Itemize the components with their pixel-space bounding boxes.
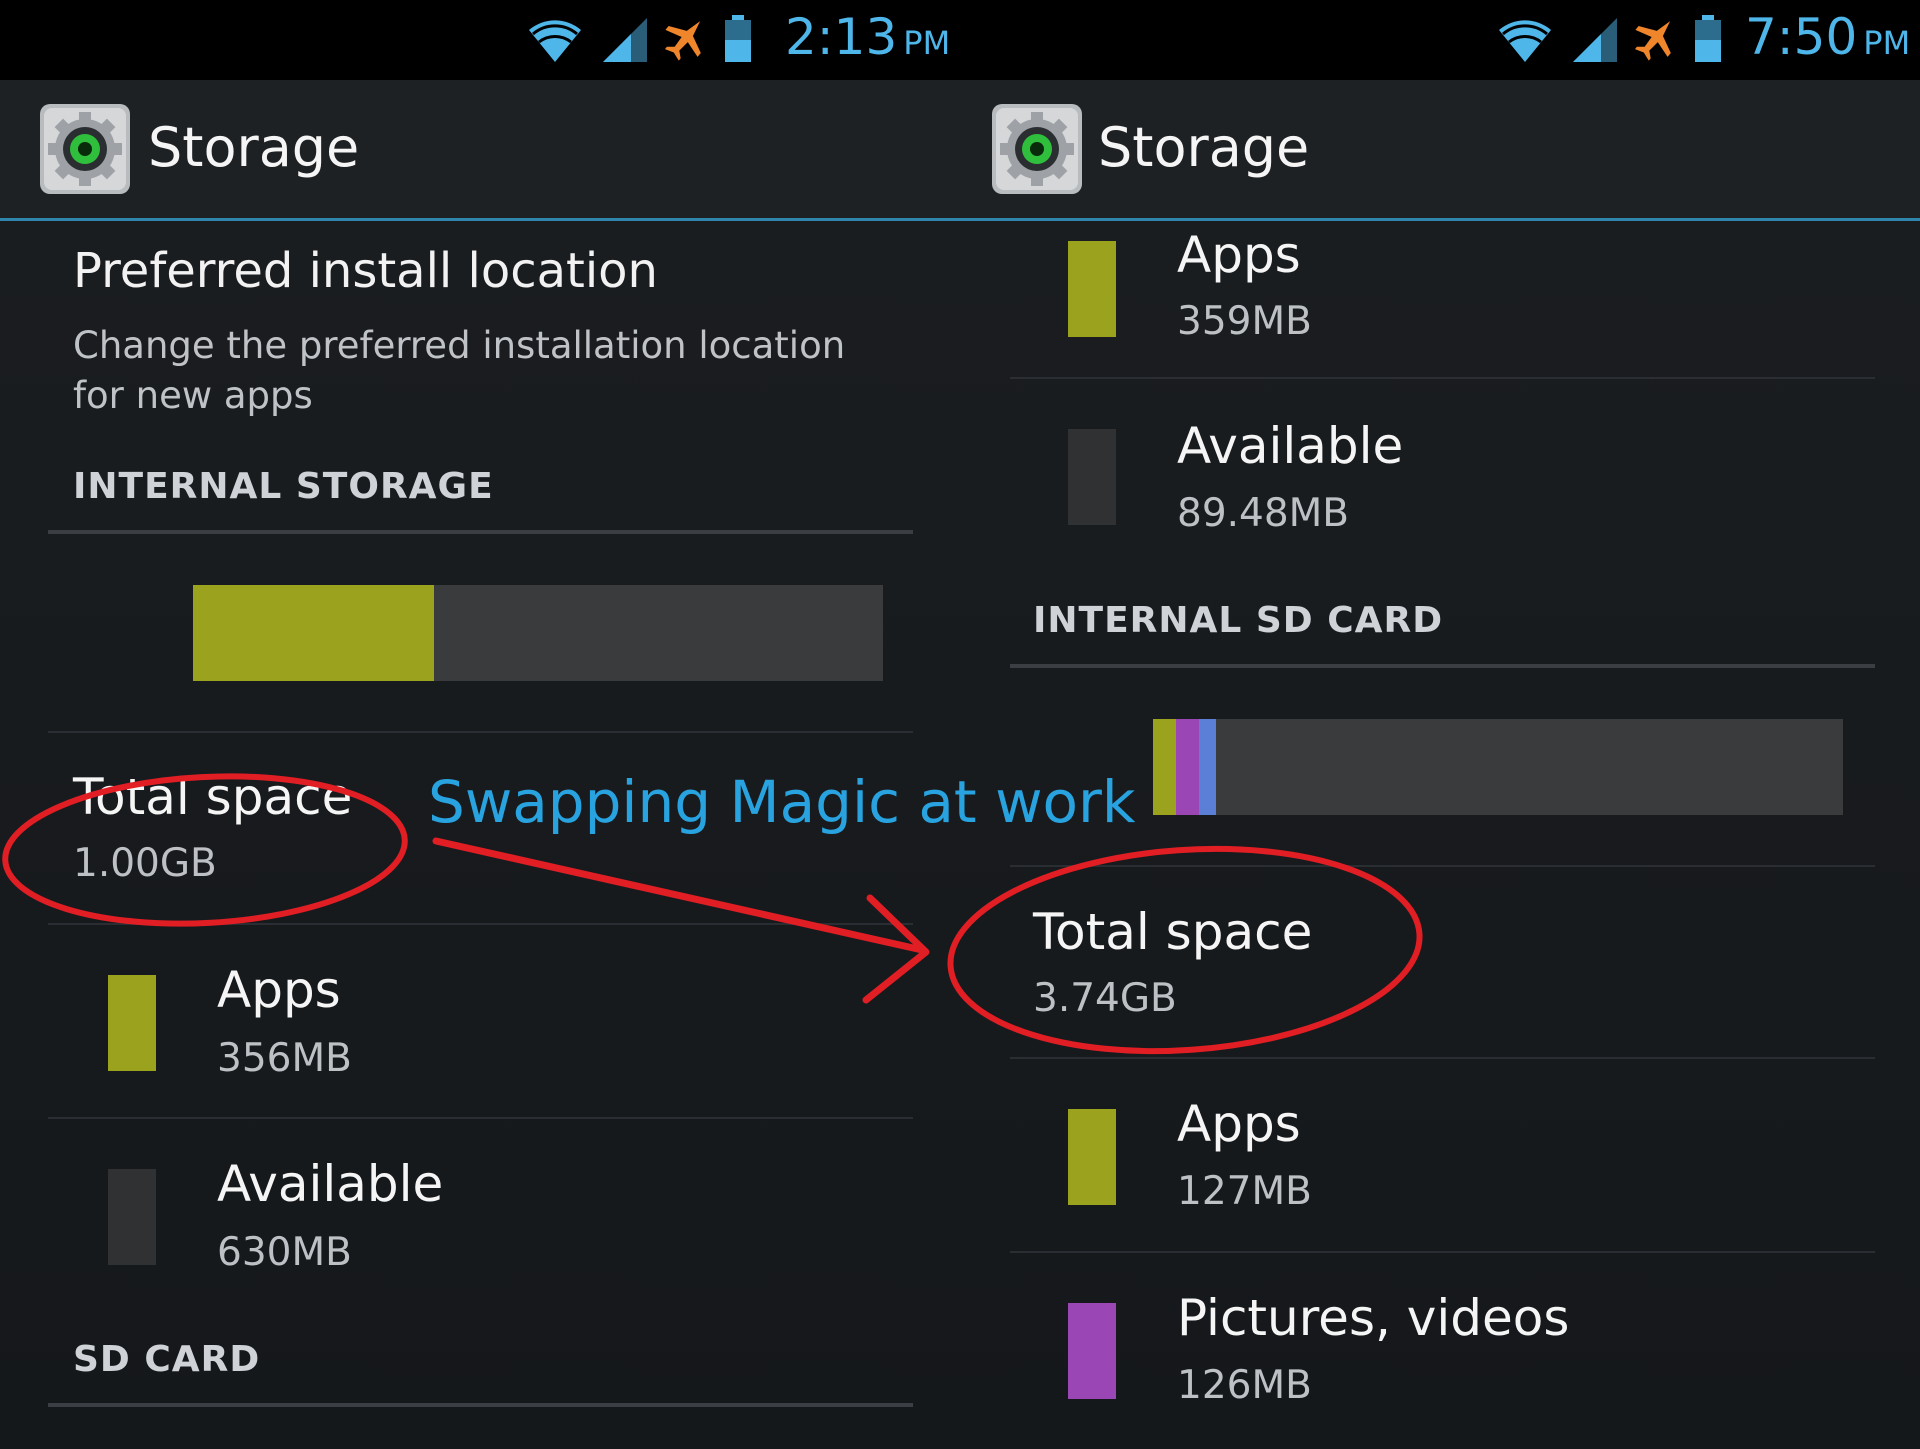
- row-divider: [1010, 1057, 1875, 1059]
- status-bar: 7:50 PM: [960, 0, 1920, 80]
- swapping-magic-caption: Swapping Magic at work: [428, 768, 1136, 836]
- battery-icon: [1695, 15, 1721, 62]
- wifi-icon: [1499, 20, 1551, 63]
- row-divider: [1010, 1251, 1875, 1253]
- internal-sd-usage-bar: [1153, 719, 1843, 815]
- airplane-icon: [664, 21, 701, 61]
- row-divider: [48, 923, 913, 925]
- pictures-legend-swatch: [1068, 1303, 1116, 1399]
- battery-icon: [725, 15, 751, 62]
- available-legend-swatch: [1068, 429, 1116, 525]
- left-phone-screen: 2:13 PM Storage Preferred install locati…: [0, 0, 960, 1449]
- apps-size: 356MB: [217, 1036, 352, 1081]
- available-legend-swatch: [108, 1169, 156, 1265]
- settings-gear-icon[interactable]: [38, 102, 132, 196]
- status-clock: 7:50 PM: [1745, 8, 1911, 66]
- section-divider: [1010, 664, 1875, 668]
- signal-icon: [603, 18, 647, 62]
- row-divider: [48, 731, 913, 733]
- available-label: Available: [217, 1155, 444, 1213]
- available-size: 630MB: [217, 1230, 352, 1275]
- internal-storage-usage-bar: [193, 585, 883, 681]
- signal-icon: [1573, 18, 1617, 62]
- sd-card-header: SD CARD: [73, 1339, 261, 1380]
- preferred-install-location-title[interactable]: Preferred install location: [73, 243, 658, 299]
- row-divider: [1010, 865, 1875, 867]
- apps-label[interactable]: Apps: [1177, 1095, 1301, 1153]
- section-divider: [48, 530, 913, 534]
- action-bar: Storage: [960, 80, 1920, 221]
- apps-size: 127MB: [1177, 1169, 1312, 1214]
- section-divider: [48, 1403, 913, 1407]
- row-divider: [48, 1117, 913, 1119]
- apps-label[interactable]: Apps: [1177, 226, 1301, 284]
- apps-legend-swatch: [108, 975, 156, 1071]
- internal-sd-card-header: INTERNAL SD CARD: [1033, 600, 1444, 641]
- status-bar: 2:13 PM: [0, 0, 960, 80]
- internal-storage-header: INTERNAL STORAGE: [73, 466, 494, 507]
- total-space-label: Total space: [1033, 903, 1313, 961]
- total-space-label: Total space: [73, 768, 353, 826]
- usage-bar-apps-segment: [193, 585, 434, 681]
- airplane-icon: [1634, 21, 1671, 61]
- row-divider: [1010, 377, 1875, 379]
- pictures-videos-label[interactable]: Pictures, videos: [1177, 1289, 1569, 1347]
- available-label: Available: [1177, 417, 1404, 475]
- apps-legend-swatch: [1068, 1109, 1116, 1205]
- right-phone-screen: 7:50 PM Storage Apps 359MB Available 89.…: [960, 0, 1920, 1449]
- page-title: Storage: [1098, 116, 1310, 179]
- apps-size: 359MB: [1177, 299, 1312, 344]
- action-bar: Storage: [0, 80, 960, 221]
- status-clock: 2:13 PM: [785, 8, 951, 66]
- wifi-icon: [529, 20, 581, 63]
- comparison-stage: 2:13 PM Storage Preferred install locati…: [0, 0, 1920, 1449]
- settings-gear-icon[interactable]: [990, 102, 1084, 196]
- pictures-videos-size: 126MB: [1177, 1363, 1312, 1408]
- usage-bar-other-segment: [1199, 719, 1216, 815]
- apps-legend-swatch: [1068, 241, 1116, 337]
- available-size: 89.48MB: [1177, 491, 1350, 536]
- status-icons: [1495, 14, 1725, 66]
- total-space-value: 3.74GB: [1033, 976, 1177, 1021]
- usage-bar-apps-segment: [1153, 719, 1176, 815]
- usage-bar-pictures-segment: [1176, 719, 1199, 815]
- apps-label[interactable]: Apps: [217, 961, 341, 1019]
- page-title: Storage: [148, 116, 360, 179]
- status-icons: [525, 14, 755, 66]
- total-space-value: 1.00GB: [73, 841, 217, 886]
- preferred-install-location-summary: Change the preferred installation locati…: [73, 324, 846, 417]
